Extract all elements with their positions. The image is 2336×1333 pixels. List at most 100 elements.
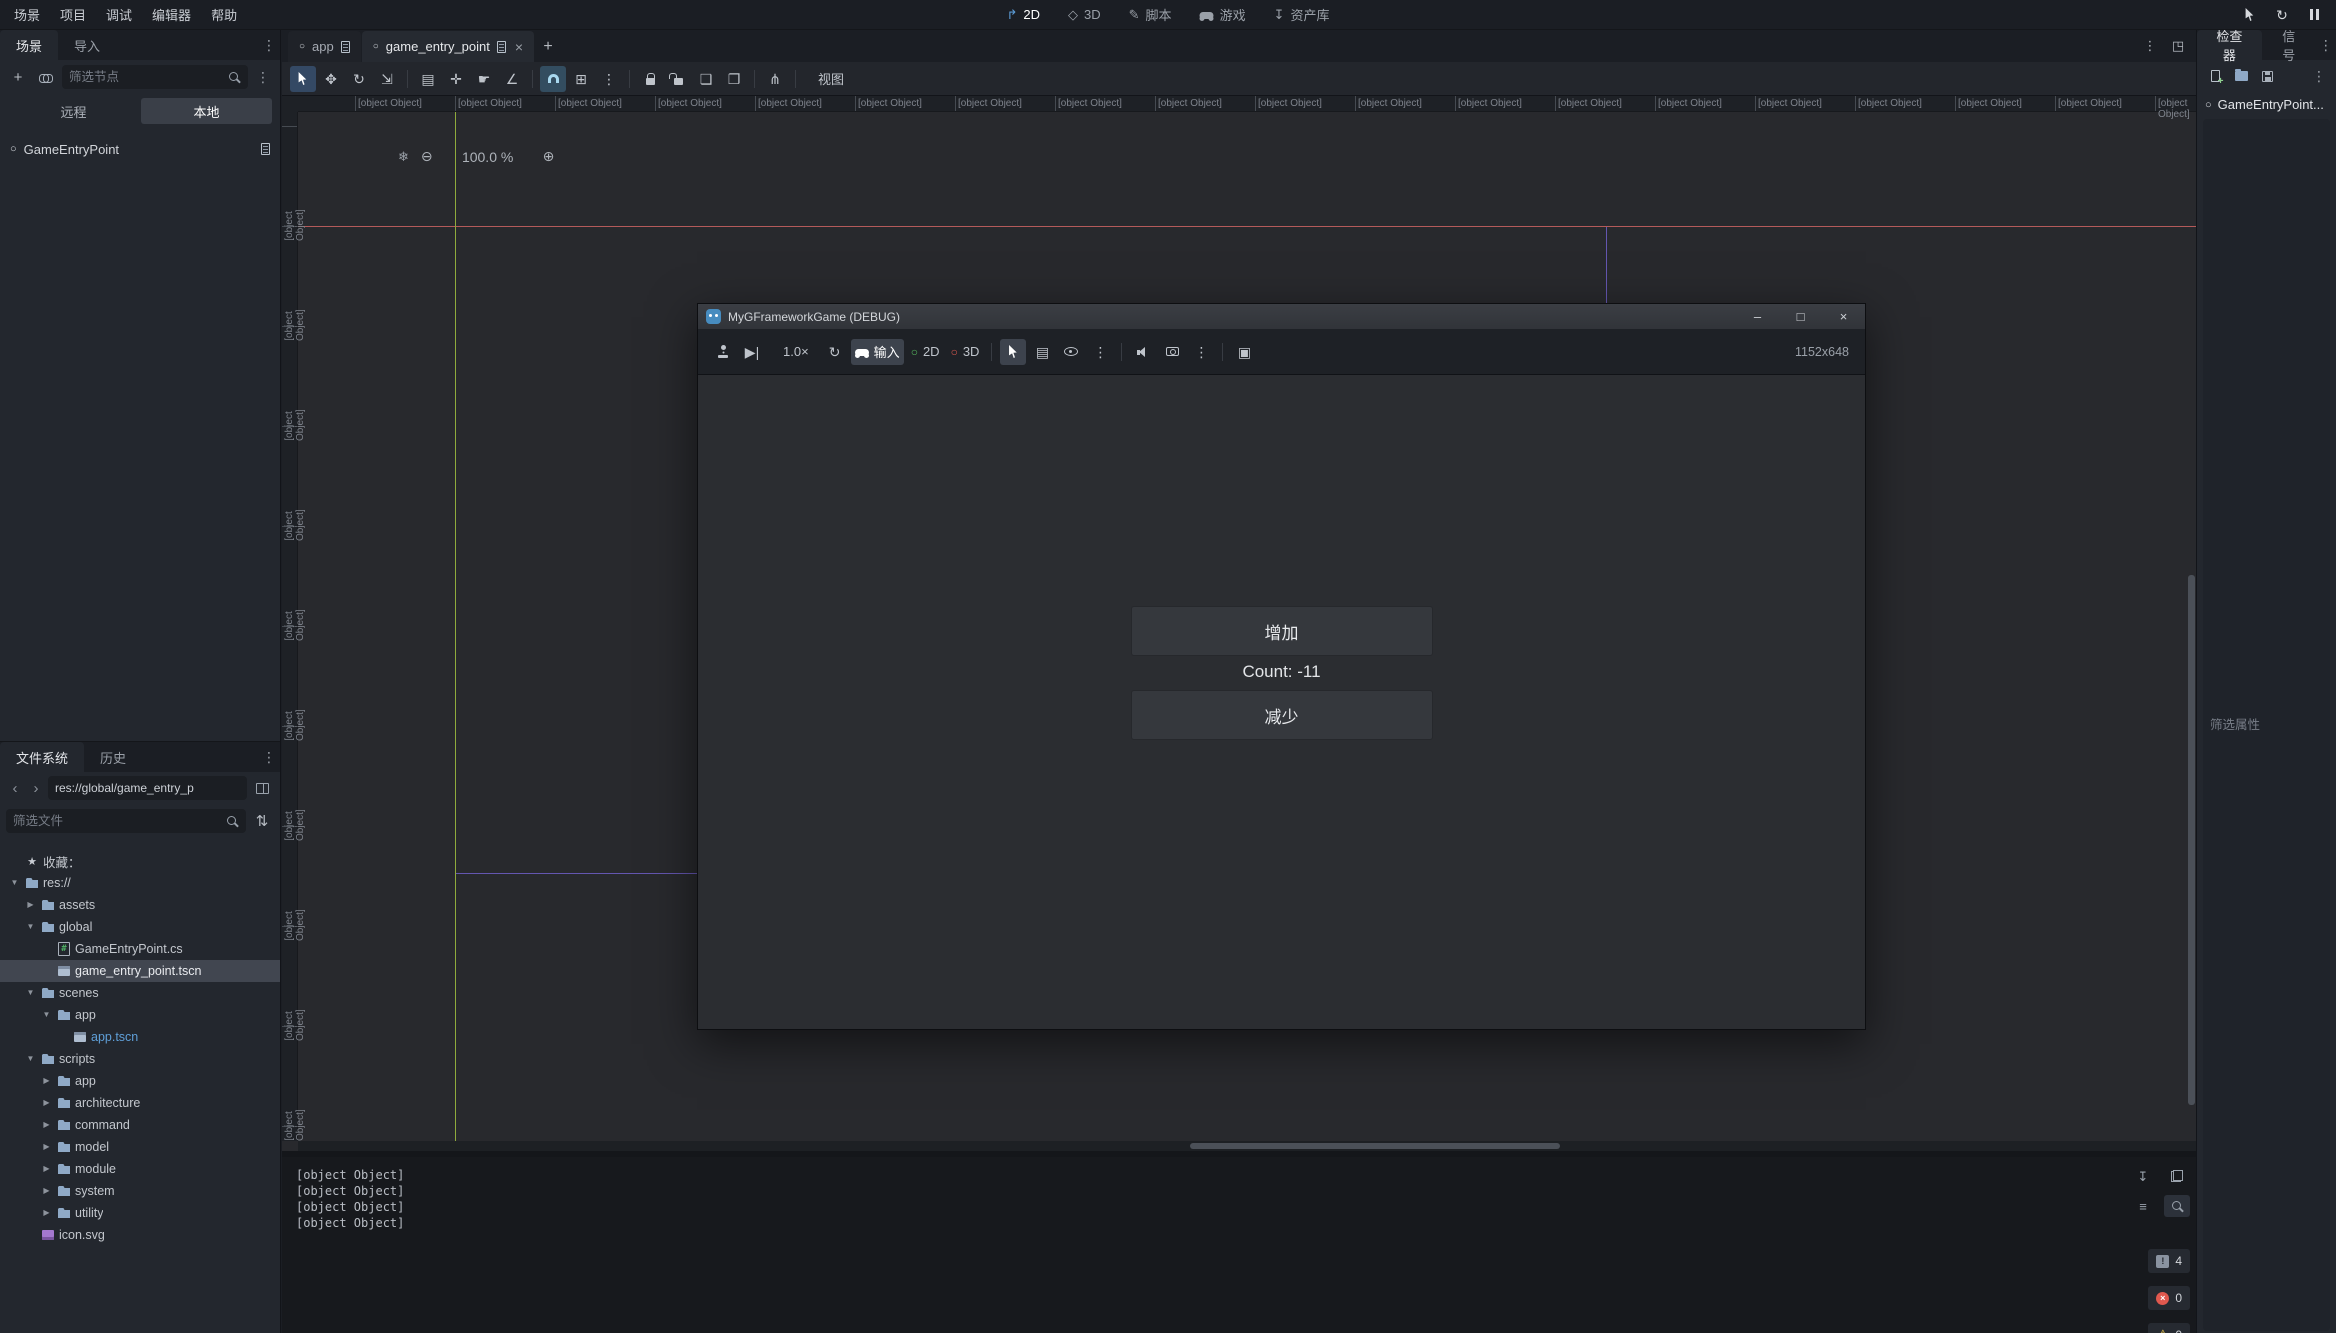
expander-icon[interactable]: [40, 1143, 53, 1151]
menu-project[interactable]: 项目: [50, 0, 96, 29]
sort-files-button[interactable]: ⇅: [250, 809, 274, 833]
expander-icon[interactable]: [40, 1209, 53, 1217]
instantiate-scene-button[interactable]: [34, 65, 58, 89]
search-output-button[interactable]: [2164, 1195, 2190, 1217]
nav-back-button[interactable]: ‹: [6, 776, 24, 800]
select-mode-button[interactable]: [1000, 339, 1026, 365]
fs-item-scripts[interactable]: scripts: [0, 1048, 280, 1070]
distraction-free-button[interactable]: ◳: [2166, 34, 2190, 58]
expander-icon[interactable]: [40, 1077, 53, 1085]
zoom-level-button[interactable]: 100.0 %: [445, 149, 531, 165]
current-path[interactable]: res://global/game_entry_p: [48, 776, 247, 800]
fs-item-scenes[interactable]: scenes: [0, 982, 280, 1004]
expander-icon[interactable]: [40, 1099, 53, 1107]
vertical-scrollbar[interactable]: [2188, 575, 2195, 1105]
script-icon[interactable]: [497, 41, 506, 53]
copy-output-button[interactable]: [2164, 1165, 2190, 1187]
filter-output-button[interactable]: ≡: [2130, 1195, 2156, 1217]
fs-item-command[interactable]: command: [0, 1114, 280, 1136]
scene-tabs-menu-button[interactable]: ⋮: [2138, 34, 2162, 58]
remote-tab[interactable]: 远程: [8, 98, 139, 124]
tab-history-dock[interactable]: 历史: [84, 742, 142, 772]
expander-icon[interactable]: [40, 1165, 53, 1173]
horizontal-scrollbar[interactable]: [1190, 1143, 1560, 1149]
reset-button[interactable]: ↻: [822, 339, 848, 365]
fs-item-app-tscn[interactable]: app.tscn: [0, 1026, 280, 1048]
menu-editor[interactable]: 编辑器: [142, 0, 201, 29]
scene-tab-game-entry-point[interactable]: ○ game_entry_point ×: [362, 31, 534, 62]
list-select-mode-button[interactable]: ▤: [1029, 339, 1055, 365]
add-node-button[interactable]: +: [6, 65, 30, 89]
fs-item-scenes-app[interactable]: app: [0, 1004, 280, 1026]
fs-item-favorites[interactable]: 收藏：: [0, 850, 280, 872]
select-tool-button[interactable]: [290, 66, 316, 92]
expander-icon[interactable]: [24, 901, 37, 909]
unlock-selection-button[interactable]: [665, 66, 691, 92]
menu-debug[interactable]: 调试: [96, 0, 142, 29]
expander-icon[interactable]: [40, 1121, 53, 1129]
workspace-game-tab[interactable]: 游戏: [1186, 0, 1260, 29]
fs-item-res-root[interactable]: res://: [0, 872, 280, 894]
fs-item-model[interactable]: model: [0, 1136, 280, 1158]
fs-item-scripts-app[interactable]: app: [0, 1070, 280, 1092]
decrease-button[interactable]: 减少: [1131, 690, 1433, 740]
fs-item-architecture[interactable]: architecture: [0, 1092, 280, 1114]
filter-files-input[interactable]: [13, 814, 222, 828]
increase-button[interactable]: 增加: [1131, 606, 1433, 656]
game-window[interactable]: MyGFrameworkGame (DEBUG) –□× ▶|1.0×↻输入○2…: [697, 303, 1866, 1030]
ruler-tool-button[interactable]: ∠: [499, 66, 525, 92]
snap-options-button[interactable]: ⋮: [596, 66, 622, 92]
script-icon[interactable]: [261, 143, 270, 155]
time-scale-button[interactable]: 1.0×: [768, 339, 819, 365]
smart-snap-button[interactable]: [540, 66, 566, 92]
mode-3d-button[interactable]: ○3D: [947, 339, 984, 365]
expander-icon[interactable]: [24, 989, 37, 997]
audio-mute-button[interactable]: [1130, 339, 1156, 365]
input-mode-button[interactable]: 输入: [851, 339, 904, 365]
fs-item-global[interactable]: global: [0, 916, 280, 938]
window-maximize-button[interactable]: □: [1779, 304, 1822, 329]
tab-signals[interactable]: 信号: [2262, 30, 2316, 60]
view-menu-button[interactable]: 视图: [803, 66, 854, 92]
filesystem-dock-menu-button[interactable]: ⋮: [258, 742, 280, 772]
fullscreen-button[interactable]: ▣: [1231, 339, 1257, 365]
expander-icon[interactable]: [24, 923, 37, 931]
play-button[interactable]: [2236, 3, 2264, 27]
skeleton-options-button[interactable]: ⋔: [762, 66, 788, 92]
filter-properties-input[interactable]: [2210, 718, 2323, 732]
expander-icon[interactable]: [40, 1187, 53, 1195]
lock-selection-button[interactable]: [637, 66, 663, 92]
next-frame-button[interactable]: ▶|: [739, 339, 765, 365]
fs-item-utility[interactable]: utility: [0, 1202, 280, 1224]
move-tool-button[interactable]: ✥: [318, 66, 344, 92]
local-tab[interactable]: 本地: [141, 98, 272, 124]
list-select-tool-button[interactable]: ▤: [415, 66, 441, 92]
inspector-dock-menu-button[interactable]: ⋮: [2316, 30, 2336, 60]
new-scene-tab-button[interactable]: +: [535, 31, 561, 62]
camera-options-button[interactable]: ⋮: [1087, 339, 1113, 365]
selection-visibility-button[interactable]: [1058, 339, 1084, 365]
menu-scene[interactable]: 场景: [4, 0, 50, 29]
warnings-count-badge[interactable]: 0: [2148, 1323, 2190, 1333]
filter-nodes-input[interactable]: [69, 70, 224, 84]
expander-icon[interactable]: [8, 879, 21, 887]
pivot-tool-button[interactable]: ✛: [443, 66, 469, 92]
suspend-button[interactable]: [710, 339, 736, 365]
workspace-2d-tab[interactable]: ↱2D: [992, 0, 1054, 29]
errors-count-badge[interactable]: 0: [2148, 1286, 2190, 1310]
fs-item-system[interactable]: system: [0, 1180, 280, 1202]
split-mode-button[interactable]: [250, 776, 274, 800]
window-close-button[interactable]: ×: [1822, 304, 1865, 329]
debugger-count-badge[interactable]: 4: [2148, 1249, 2190, 1273]
zoom-out-button[interactable]: ⊖: [421, 148, 433, 165]
menu-help[interactable]: 帮助: [201, 0, 247, 29]
fs-item-assets[interactable]: assets: [0, 894, 280, 916]
tab-import-dock[interactable]: 导入: [58, 30, 116, 60]
inspector-options-button[interactable]: ⋮: [2308, 68, 2330, 85]
scene-dock-menu-button[interactable]: ⋮: [258, 30, 280, 60]
nav-forward-button[interactable]: ›: [27, 776, 45, 800]
fs-item-game-entry-point-tscn[interactable]: game_entry_point.tscn: [0, 960, 280, 982]
load-resource-button[interactable]: [2229, 64, 2253, 88]
workspace-3d-tab[interactable]: ◇3D: [1054, 0, 1115, 29]
fs-item-gameentrypoint-cs[interactable]: GameEntryPoint.cs: [0, 938, 280, 960]
